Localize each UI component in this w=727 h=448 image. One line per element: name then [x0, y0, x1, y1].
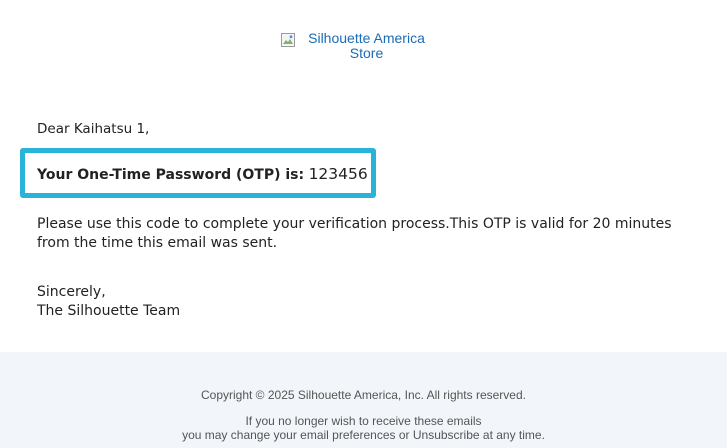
instructions-text: Please use this code to complete your ve…: [37, 216, 672, 251]
signoff-block: Sincerely, The Silhouette Team: [37, 283, 180, 321]
unsubscribe-line-2[interactable]: you may change your email preferences or…: [0, 428, 727, 442]
greeting-text: Dear Kaihatsu 1,: [37, 121, 150, 137]
email-footer: Copyright © 2025 Silhouette America, Inc…: [0, 352, 727, 448]
otp-code: 123456: [308, 165, 368, 183]
unsubscribe-notice: If you no longer wish to receive these e…: [0, 414, 727, 442]
broken-image-icon: [281, 33, 295, 47]
signoff-text: Sincerely,: [37, 284, 106, 300]
signature-text: The Silhouette Team: [37, 303, 181, 319]
email-body: Dear Kaihatsu 1, Your One-Time Password …: [20, 120, 707, 319]
logo-alt-text: Silhouette America Store: [308, 30, 425, 61]
copyright-text: Copyright © 2025 Silhouette America, Inc…: [200, 388, 526, 402]
otp-label: Your One-Time Password (OTP) is:: [37, 167, 305, 183]
store-logo[interactable]: Silhouette America Store: [281, 31, 461, 61]
otp-line: Your One-Time Password (OTP) is: 123456: [37, 165, 368, 185]
unsubscribe-line-1: If you no longer wish to receive these e…: [245, 414, 482, 428]
